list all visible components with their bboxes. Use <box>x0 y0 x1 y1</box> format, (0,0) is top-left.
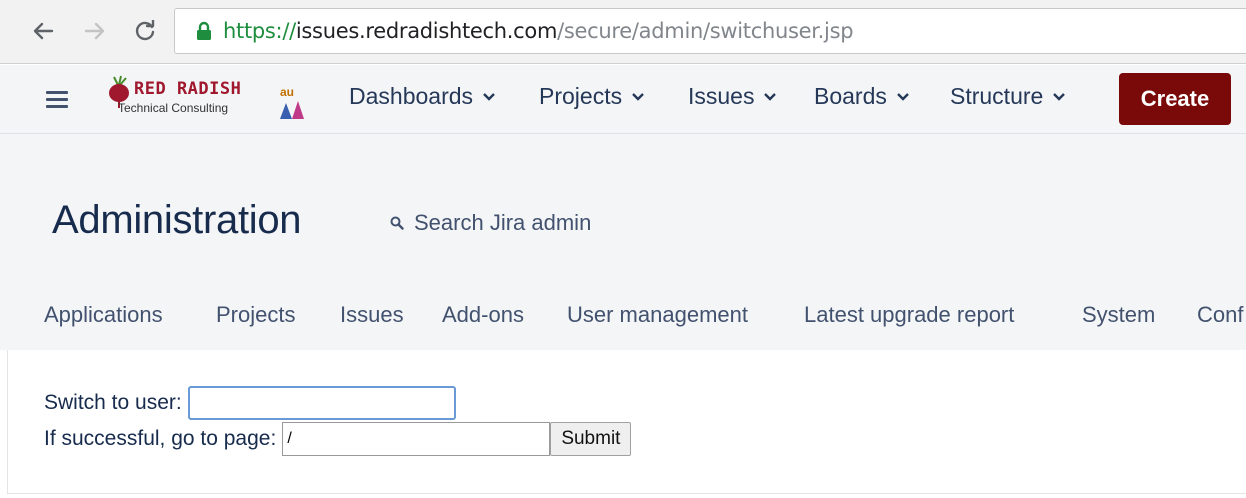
goto-page-row: If successful, go to page: Submit <box>44 422 632 456</box>
nav-dashboards-label: Dashboards <box>349 83 474 109</box>
admin-search-link[interactable]: Search Jira admin <box>390 210 591 236</box>
tab-add-ons[interactable]: Add-ons <box>442 302 524 328</box>
logo-figures-icon <box>280 101 304 119</box>
tab-system[interactable]: System <box>1082 302 1155 328</box>
app-header: RED RADISH Technical Consulting au Dashb… <box>0 65 1246 133</box>
forward-arrow-icon[interactable] <box>78 14 112 48</box>
chevron-down-icon <box>1053 92 1066 101</box>
url-path: /secure/admin/switchuser.jsp <box>557 19 854 43</box>
switch-user-row: Switch to user: <box>44 386 456 420</box>
nav-structure-label: Structure <box>950 83 1044 109</box>
goto-page-label: If successful, go to page: <box>44 427 277 450</box>
reload-icon[interactable] <box>128 14 162 48</box>
search-icon <box>390 216 404 230</box>
nav-projects-label: Projects <box>539 83 623 109</box>
url-host: issues.redradishtech.com <box>295 19 558 43</box>
admin-header: Administration Search Jira admin Applica… <box>0 133 1246 350</box>
url-scheme: https:// <box>223 19 296 43</box>
chevron-down-icon <box>897 92 909 101</box>
nav-issues-label: Issues <box>688 83 755 109</box>
logo-suffix: au <box>280 85 295 99</box>
logo-title: RED RADISH <box>134 79 242 99</box>
tab-issues[interactable]: Issues <box>340 302 404 328</box>
url-text: https://issues.redradishtech.com/secure/… <box>223 19 854 43</box>
tab-projects[interactable]: Projects <box>216 302 295 328</box>
back-arrow-icon[interactable] <box>26 14 60 48</box>
chevron-down-icon <box>483 92 495 101</box>
nav-projects[interactable]: Projects <box>539 83 644 110</box>
tab-conf[interactable]: Conf <box>1197 302 1243 328</box>
switch-user-input[interactable] <box>187 386 456 420</box>
switch-user-form: Switch to user: If successful, go to pag… <box>7 350 1246 494</box>
admin-search-label: Search Jira admin <box>414 210 592 235</box>
page-title: Administration <box>52 198 302 242</box>
lock-icon <box>197 21 211 40</box>
tab-latest-upgrade-report[interactable]: Latest upgrade report <box>804 302 1014 328</box>
nav-boards[interactable]: Boards <box>814 83 909 110</box>
chevron-down-icon <box>632 92 644 101</box>
nav-dashboards[interactable]: Dashboards <box>349 83 495 110</box>
submit-button[interactable]: Submit <box>550 422 632 456</box>
address-bar[interactable]: https://issues.redradishtech.com/secure/… <box>174 8 1246 54</box>
nav-boards-label: Boards <box>814 83 887 109</box>
goto-page-input[interactable] <box>282 422 551 456</box>
logo-subtitle: Technical Consulting <box>118 101 229 115</box>
browser-toolbar: https://issues.redradishtech.com/secure/… <box>0 0 1246 64</box>
nav-issues[interactable]: Issues <box>688 83 777 110</box>
site-logo[interactable]: RED RADISH Technical Consulting au <box>104 73 314 125</box>
nav-structure[interactable]: Structure <box>950 83 1066 110</box>
menu-icon[interactable] <box>46 91 68 109</box>
tab-user-management[interactable]: User management <box>567 302 748 328</box>
chevron-down-icon <box>764 92 777 101</box>
tab-applications[interactable]: Applications <box>44 302 163 328</box>
create-button[interactable]: Create <box>1119 73 1231 125</box>
switch-user-label: Switch to user: <box>44 391 182 414</box>
